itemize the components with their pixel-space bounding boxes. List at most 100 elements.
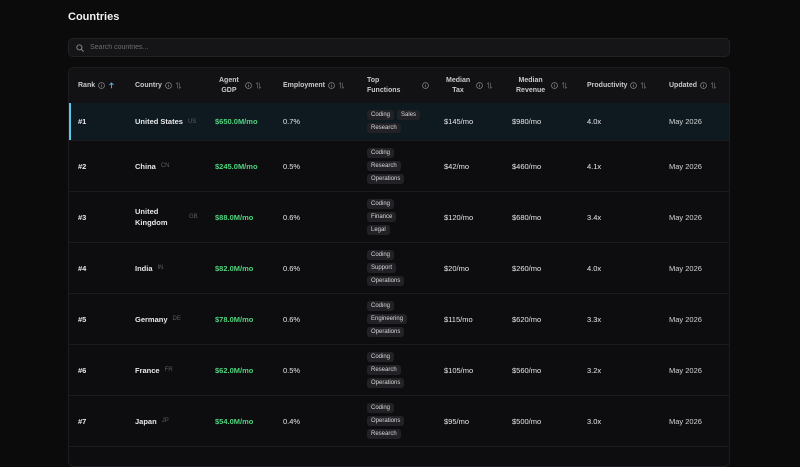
rank-cell: #5	[78, 314, 87, 324]
sort-icon[interactable]	[486, 82, 493, 89]
employment-cell: 0.6%	[283, 212, 301, 222]
function-tag: Operations	[367, 378, 405, 388]
rank-cell: #6	[78, 365, 87, 375]
column-header-productivity[interactable]: Productivity	[587, 68, 647, 103]
country-cell: Japan JP	[135, 396, 169, 446]
function-tag: Research	[367, 161, 401, 171]
country-cell: France FR	[135, 345, 173, 395]
info-icon[interactable]	[700, 82, 707, 89]
sort-icon[interactable]	[255, 82, 262, 89]
info-icon[interactable]	[165, 82, 172, 89]
sort-icon[interactable]	[640, 82, 647, 89]
country-name: China	[135, 161, 156, 171]
column-header-rank[interactable]: Rank	[78, 68, 115, 103]
country-name: France	[135, 365, 160, 375]
search-bar[interactable]	[68, 38, 730, 57]
column-label-line: Top	[367, 76, 380, 84]
info-icon[interactable]	[422, 82, 429, 89]
function-tag: Support	[367, 263, 397, 273]
agent-gdp-cell: $78.0M/mo	[215, 314, 254, 324]
employment-cell: 0.5%	[283, 161, 301, 171]
sort-icon[interactable]	[338, 82, 345, 89]
table-row[interactable]: #6 France FR $62.0M/mo 0.5% Coding Resear…	[69, 345, 729, 396]
updated-cell: May 2026	[669, 263, 702, 273]
top-functions-cell: Coding Research Operations	[367, 345, 413, 395]
column-header-country[interactable]: Country	[135, 68, 182, 103]
column-header-employment[interactable]: Employment	[283, 68, 345, 103]
agent-gdp-cell: $62.0M/mo	[215, 365, 254, 375]
function-tag: Research	[367, 365, 401, 375]
employment-cell: 0.4%	[283, 416, 301, 426]
median-tax-cell: $115/mo	[444, 314, 473, 324]
info-icon[interactable]	[630, 82, 638, 89]
country-name: United States	[135, 117, 183, 126]
top-functions-cell: Coding Support Operations	[367, 243, 413, 293]
column-label: Median Tax	[446, 76, 470, 96]
productivity-cell: 3.3x	[587, 314, 602, 324]
updated-cell: May 2026	[669, 365, 702, 375]
column-header-top-functions[interactable]: Top Functions	[367, 68, 429, 103]
agent-gdp-cell: $245.0M/mo	[215, 161, 258, 171]
country-cell: India IN	[135, 243, 164, 293]
median-tax-cell: $105/mo	[444, 365, 474, 375]
column-header-agent-gdp[interactable]: Agent GDP	[219, 68, 262, 103]
column-label-line: Median	[518, 76, 543, 84]
employment-cell: 0.7%	[283, 117, 301, 126]
info-icon[interactable]	[98, 82, 105, 89]
employment-cell: 0.5%	[283, 365, 301, 375]
country-cell: United Kingdom GB	[135, 192, 198, 242]
median-tax-cell: $145/mo	[444, 117, 474, 126]
info-icon[interactable]	[245, 82, 252, 89]
column-label: Employment	[283, 81, 326, 89]
country-cell: Germany DE	[135, 294, 181, 344]
sort-icon[interactable]	[175, 82, 182, 89]
info-icon[interactable]	[551, 82, 558, 89]
top-functions-cell: Coding Finance Legal	[367, 192, 413, 242]
sort-ascending-icon[interactable]	[108, 82, 115, 89]
column-header-median-revenue[interactable]: Median Revenue	[516, 68, 568, 103]
agent-gdp-cell: $82.0M/mo	[215, 263, 254, 273]
sort-icon[interactable]	[710, 82, 717, 89]
column-header-updated[interactable]: Updated	[669, 68, 717, 103]
function-tag: Operations	[367, 416, 405, 426]
function-tag: Operations	[367, 174, 405, 184]
function-tag: Coding	[367, 110, 395, 120]
productivity-cell: 4.1x	[587, 161, 602, 171]
sort-icon[interactable]	[561, 82, 568, 89]
top-functions-cell: Coding Operations Research	[367, 396, 413, 446]
country-code: CN	[160, 163, 170, 169]
country-name: Germany	[135, 314, 168, 324]
productivity-cell: 3.4x	[587, 212, 602, 222]
table-row[interactable]: #7 Japan JP $54.0M/mo 0.4% Coding Operati…	[69, 396, 729, 447]
table-row[interactable]: #5 Germany DE $78.0M/mo 0.6% Coding Engin…	[69, 294, 729, 345]
table-row[interactable]: #1 United States US $650.0M/mo 0.7% Codin…	[69, 103, 729, 141]
median-revenue-cell: $460/mo	[512, 161, 542, 171]
column-label-line: Functions	[367, 86, 401, 94]
search-input[interactable]	[90, 44, 690, 51]
updated-cell: May 2026	[669, 212, 702, 222]
column-label: Productivity	[587, 81, 628, 89]
country-name: India	[135, 263, 153, 273]
country-code: IN	[157, 265, 164, 271]
info-icon[interactable]	[476, 82, 483, 89]
country-code: GB	[189, 214, 198, 220]
column-header-median-tax[interactable]: Median Tax	[446, 68, 493, 103]
updated-cell: May 2026	[669, 117, 702, 126]
top-functions-cell: Coding Engineering Operations	[367, 294, 417, 344]
table-row[interactable]: #4 India IN $82.0M/mo 0.6% Coding Support…	[69, 243, 729, 294]
updated-cell: May 2026	[669, 416, 702, 426]
agent-gdp-cell: $650.0M/mo	[215, 117, 258, 126]
table-row[interactable]: #2 China CN $245.0M/mo 0.5% Coding Resear…	[69, 141, 729, 192]
table-row[interactable]: #3 United Kingdom GB $88.0M/mo 0.6% Codin…	[69, 192, 729, 243]
country-name: Japan	[135, 416, 157, 426]
column-label-line: Tax	[452, 86, 464, 94]
country-code: DE	[172, 316, 181, 322]
productivity-cell: 4.0x	[587, 263, 602, 273]
median-revenue-cell: $620/mo	[512, 314, 542, 324]
function-tag: Sales	[397, 110, 421, 120]
info-icon[interactable]	[328, 82, 335, 89]
rank-cell: #1	[78, 117, 87, 126]
table-header: Rank Country Agent GDP Employment Top Func…	[69, 68, 729, 104]
search-icon	[76, 43, 84, 52]
column-label-line: Agent	[219, 76, 239, 84]
